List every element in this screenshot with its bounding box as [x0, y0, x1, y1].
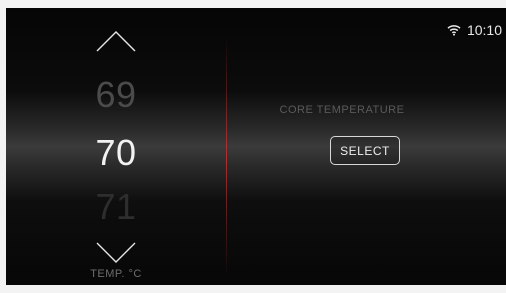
device-frame: 10:10 69 70 71 TEMP. °C CORE TEMPERATURE…: [0, 0, 506, 293]
next-temperature-value[interactable]: 71: [78, 186, 154, 228]
clock-time: 10:10: [466, 22, 502, 38]
status-bar: 10:10: [447, 22, 502, 38]
core-temperature-title: CORE TEMPERATURE: [279, 104, 405, 116]
previous-temperature-value[interactable]: 69: [78, 74, 154, 116]
wifi-icon: [447, 24, 461, 36]
current-temperature-value: 70: [95, 132, 137, 173]
select-button[interactable]: SELECT: [330, 136, 400, 165]
chevron-up-icon[interactable]: [94, 28, 138, 54]
temperature-unit-label: TEMP. °C: [90, 268, 142, 280]
display-screen: 10:10 69 70 71 TEMP. °C CORE TEMPERATURE…: [6, 8, 506, 285]
temperature-picker[interactable]: 69 70 71 TEMP. °C: [78, 8, 154, 285]
panel-divider: [226, 36, 227, 278]
chevron-down-icon[interactable]: [94, 240, 138, 266]
